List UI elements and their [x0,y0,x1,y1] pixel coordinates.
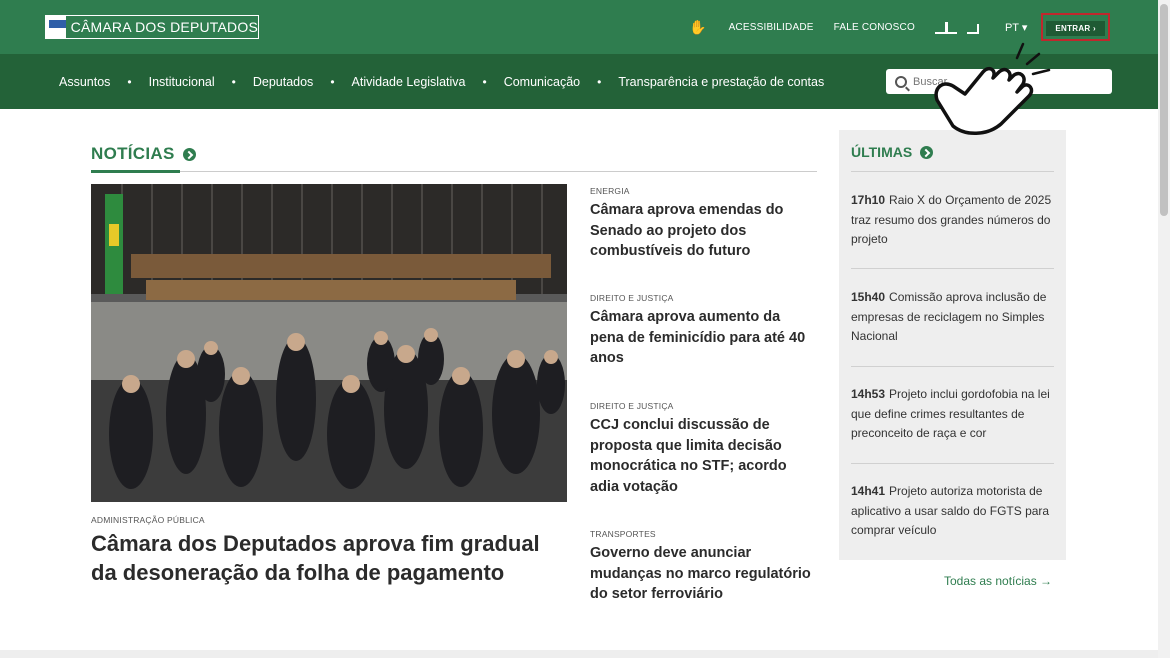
latest-item-time: 14h53 [851,387,886,401]
arrow-circle-icon[interactable] [182,147,196,161]
accessibility-link[interactable]: ACESSIBILIDADE [729,22,814,33]
side-news-tag: TRANSPORTES [590,529,656,539]
all-news-link[interactable]: Todas as notícias → [944,574,1052,588]
radio-icon[interactable] [965,19,987,35]
latest-divider [851,171,1054,172]
nav-item-institucional[interactable]: Institucional [149,75,215,89]
scrollbar-thumb[interactable] [1160,4,1168,216]
login-button[interactable]: ENTRAR › [1046,21,1105,36]
latest-item[interactable]: 14h41 Projeto autoriza motorista de aplic… [851,482,1056,541]
side-news-item[interactable]: ENERGIA Câmara aprova emendas do Senado … [590,186,816,262]
search-icon[interactable] [895,75,907,88]
news-title-text: NOTÍCIAS [91,144,175,163]
sign-language-icon[interactable]: ✋ [689,19,706,36]
plenary-photo-illustration [91,184,567,502]
latest-item-time: 15h40 [851,290,886,304]
side-news-headline[interactable]: Câmara aprova aumento da pena de feminic… [590,307,816,369]
nav-item-deputados[interactable]: Deputados [253,75,313,89]
nav-separator: • [330,74,335,89]
latest-news-panel: ÚLTIMAS 17h10 Raio X do Orçamento de 2025… [839,130,1066,560]
tv-icon[interactable] [934,19,957,35]
main-news-photo[interactable] [91,184,567,502]
nav-item-comunicacao[interactable]: Comunicação [504,75,580,89]
side-news-headline[interactable]: Câmara aprova emendas do Senado ao proje… [590,200,816,262]
side-news-tag: DIREITO E JUSTIÇA [590,293,674,303]
camara-logo-icon [46,16,66,38]
nav-item-atividade-legislativa[interactable]: Atividade Legislativa [352,75,466,89]
bottom-strip [0,650,1158,658]
latest-item-time: 14h41 [851,484,886,498]
latest-item[interactable]: 15h40 Comissão aprova inclusão de empresa… [851,288,1056,347]
nav-separator: • [597,74,602,89]
camara-logo[interactable]: CÂMARA DOS DEPUTADOS [45,15,259,39]
scrollbar[interactable] [1158,0,1170,658]
section-underline [91,170,180,173]
nav-separator: • [127,74,132,89]
news-section-title[interactable]: NOTÍCIAS [91,144,196,164]
nav-item-transparencia[interactable]: Transparência e prestação de contas [618,75,824,89]
latest-item-time: 17h10 [851,193,886,207]
side-news-headline[interactable]: Governo deve anunciar mudanças no marco … [590,543,816,605]
section-divider [91,171,817,172]
latest-title[interactable]: ÚLTIMAS [851,144,934,160]
side-news-item[interactable]: DIREITO E JUSTIÇA Câmara aprova aumento … [590,293,816,369]
latest-divider [851,463,1054,464]
side-news-item[interactable]: DIREITO E JUSTIÇA CCJ conclui discussão … [590,401,816,497]
main-news-tag: ADMINISTRAÇÃO PÚBLICA [91,515,205,525]
nav-item-assuntos[interactable]: Assuntos [59,75,110,89]
side-news-tag: ENERGIA [590,186,630,196]
top-links: ✋ ACESSIBILIDADE FALE CONOSCO PT ▾ ENTRA… [689,13,1110,41]
nav-separator: • [231,74,236,89]
nav-separator: • [482,74,487,89]
hand-pointer-icon [934,42,1051,135]
language-selector[interactable]: PT ▾ [1005,21,1027,34]
latest-divider [851,268,1054,269]
login-highlight: ENTRAR › [1041,13,1110,41]
side-news-headline[interactable]: CCJ conclui discussão de proposta que li… [590,415,816,497]
side-news-item[interactable]: TRANSPORTES Governo deve anunciar mudanç… [590,529,816,605]
latest-divider [851,366,1054,367]
latest-title-text: ÚLTIMAS [851,144,913,160]
contact-link[interactable]: FALE CONOSCO [834,22,915,33]
side-news-tag: DIREITO E JUSTIÇA [590,401,674,411]
logo-text: CÂMARA DOS DEPUTADOS [70,19,258,35]
latest-item[interactable]: 14h53 Projeto inclui gordofobia na lei qu… [851,385,1056,444]
latest-item[interactable]: 17h10 Raio X do Orçamento de 2025 traz re… [851,191,1056,250]
main-news-headline[interactable]: Câmara dos Deputados aprova fim gradual … [91,529,541,587]
arrow-circle-icon[interactable] [920,145,934,159]
